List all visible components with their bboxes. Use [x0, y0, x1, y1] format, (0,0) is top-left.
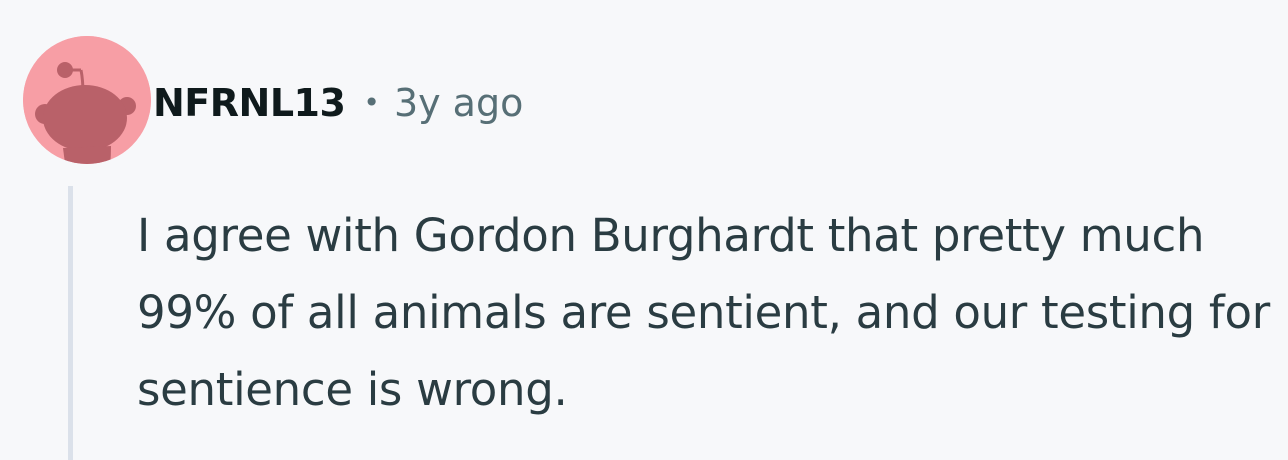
comment-body: I agree with Gordon Burghardt that prett…	[137, 209, 1270, 416]
comment: NFRNL13 • 3y ago I agree with Gordon Bur…	[0, 0, 1288, 460]
username-link[interactable]: NFRNL13	[153, 81, 346, 125]
meta-separator: •	[363, 86, 380, 119]
thread-collapse-line[interactable]	[68, 186, 73, 460]
timestamp[interactable]: 3y ago	[394, 81, 523, 125]
comment-meta: NFRNL13 • 3y ago	[153, 78, 523, 128]
snoo-avatar-icon	[23, 36, 151, 164]
user-avatar[interactable]	[23, 36, 151, 164]
